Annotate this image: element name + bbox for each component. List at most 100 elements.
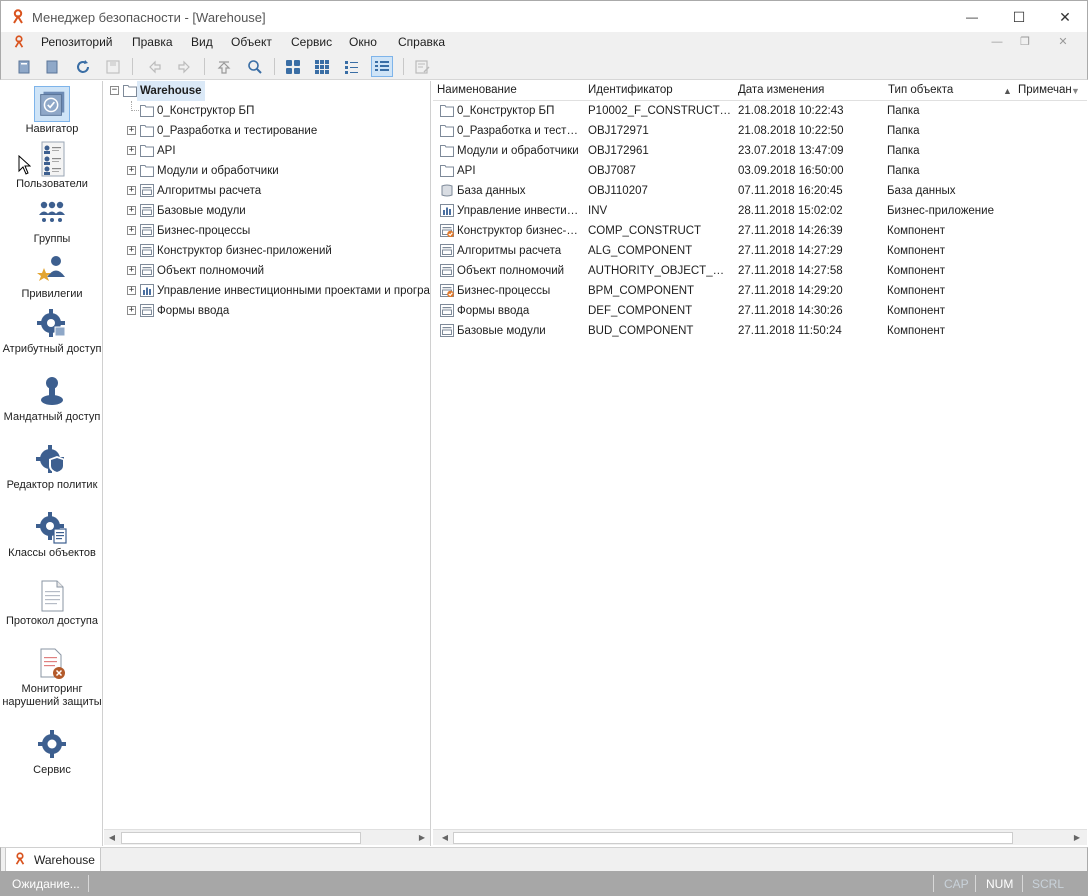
expand-toggle[interactable]: + [127,126,136,135]
mdi-close-button[interactable]: ✕ [1053,34,1073,50]
nav-service[interactable]: Сервис [1,727,103,777]
small-icons-view-button[interactable] [311,56,333,77]
window-titlebar: Менеджер безопасности - [Warehouse] — ☐ … [0,0,1088,32]
tree-node[interactable]: + Формы ввода [104,301,430,321]
properties-button[interactable] [411,56,433,77]
collapse-toggle[interactable]: − [110,86,119,95]
nav-mandatory-access[interactable]: Мандатный доступ [1,374,103,424]
tree-node[interactable]: + Управление инвестиционными проектами и … [104,281,430,301]
column-object-type[interactable]: Тип объекта [888,84,953,96]
copy-doc-button[interactable] [13,56,35,77]
list-row[interactable]: 0_Разработка и тестирование OBJ172971 21.0… [433,121,1087,141]
tree-node[interactable]: + Алгоритмы расчета [104,181,430,201]
menu-object[interactable]: Объект [231,35,272,49]
list-row[interactable]: Бизнес-процессы BPM_COMPONENT 27.11.2018 1… [433,281,1087,301]
expand-toggle[interactable]: + [127,286,136,295]
list-row[interactable]: API OBJ7087 03.09.2018 16:50:00 Папка [433,161,1087,181]
menu-service[interactable]: Сервис [291,35,332,49]
cell-id: OBJ172971 [588,125,649,137]
back-button[interactable] [144,56,166,77]
tree-node[interactable]: +0_Разработка и тестирование [104,121,430,141]
scroll-left-arrow-icon[interactable]: ◀ [104,830,120,846]
up-level-button[interactable] [213,56,235,77]
forward-button[interactable] [173,56,195,77]
tree-node[interactable]: + Объект полномочий [104,261,430,281]
expand-toggle[interactable]: + [127,206,136,215]
policy-editor-icon [36,445,65,474]
cell-type: Бизнес-приложение [887,205,994,217]
expand-toggle[interactable]: + [127,226,136,235]
list-horizontal-scrollbar[interactable]: ◀ ▶ [433,829,1087,845]
scroll-left-arrow-icon[interactable]: ◀ [437,830,453,846]
scroll-right-arrow-icon[interactable]: ▶ [1069,830,1085,846]
scroll-thumb[interactable] [121,832,361,844]
menu-repository[interactable]: Репозиторий [41,35,113,49]
nav-navigator[interactable]: Навигатор [1,86,103,136]
component-icon [140,184,154,197]
list-row[interactable]: 0_Конструктор БП P10002_F_CONSTRUCTOR_BP 2… [433,101,1087,121]
menu-view[interactable]: Вид [191,35,213,49]
column-note[interactable]: Примечан [1018,84,1072,96]
mdi-restore-button[interactable]: ❐ [1015,34,1035,50]
nav-attribute-access[interactable]: Атрибутный доступ [1,306,103,356]
nav-violation-monitoring[interactable]: Мониторинг нарушений защиты [1,646,103,709]
list-row[interactable]: База данных OBJ110207 07.11.2018 16:20:45 Б… [433,181,1087,201]
tree-node-label: Формы ввода [157,305,230,317]
list-row[interactable]: Объект полномочий AUTHORITY_OBJECT_COMPON… [433,261,1087,281]
tree-node-label: Бизнес-процессы [157,225,251,237]
column-identifier[interactable]: Идентификатор [588,84,673,96]
tree-node[interactable]: + Базовые модули [104,201,430,221]
list-row[interactable]: Управление инвестиционными проектами INV 2… [433,201,1087,221]
list-row[interactable]: Базовые модули BUD_COMPONENT 27.11.2018 11… [433,321,1087,341]
tree-root[interactable]: − Warehouse [104,81,430,101]
sort-ascending-icon[interactable]: ▲ [1003,86,1012,96]
tree-node[interactable]: + Конструктор бизнес-приложений [104,241,430,261]
large-icons-view-button[interactable] [282,56,304,77]
tree-horizontal-scrollbar[interactable]: ◀ ▶ [104,829,430,846]
list-row[interactable]: Алгоритмы расчета ALG_COMPONENT 27.11.2018… [433,241,1087,261]
nav-users[interactable]: Пользователи [1,141,103,191]
tree-node[interactable]: + Модули и обработчики [104,161,430,181]
tree-node[interactable]: + Бизнес-процессы [104,221,430,241]
refresh-button[interactable] [72,56,94,77]
forward-arrow-icon [178,60,190,73]
close-button[interactable]: ✕ [1042,1,1088,33]
mdi-minimize-button[interactable]: — [987,34,1007,50]
maximize-button[interactable]: ☐ [996,1,1042,33]
expand-toggle[interactable]: + [127,306,136,315]
maximize-icon: ☐ [1012,8,1026,25]
tree-node[interactable]: 0_Конструктор БП [104,101,430,121]
component-icon [440,264,454,277]
search-button[interactable] [244,56,266,77]
expand-toggle[interactable]: + [127,166,136,175]
column-modified-date[interactable]: Дата изменения [738,84,824,96]
expand-toggle[interactable]: + [127,146,136,155]
menu-help[interactable]: Справка [398,35,445,49]
minimize-button[interactable]: — [949,1,995,33]
nav-privileges[interactable]: Привилегии [1,251,103,301]
expand-toggle[interactable]: + [127,266,136,275]
expand-toggle[interactable]: + [127,246,136,255]
save-button[interactable] [102,56,124,77]
nav-object-classes[interactable]: Классы объектов [1,510,103,560]
list-view-button[interactable] [341,56,363,77]
tab-warehouse[interactable]: Warehouse [5,848,101,872]
scroll-thumb[interactable] [453,832,1013,844]
nav-groups[interactable]: Группы [1,196,103,246]
tree-node-label: 0_Разработка и тестирование [157,125,318,137]
list-row[interactable]: Формы ввода DEF_COMPONENT 27.11.2018 14:30… [433,301,1087,321]
menu-edit[interactable]: Правка [132,35,173,49]
menu-window[interactable]: Окно [349,35,377,49]
details-view-button[interactable] [371,56,393,77]
nav-policy-editor[interactable]: Редактор политик [1,442,103,492]
expand-toggle[interactable]: + [127,186,136,195]
page-button[interactable] [41,56,63,77]
scroll-right-arrow-icon[interactable]: ▶ [414,830,430,846]
column-name[interactable]: Наименование [437,84,517,96]
list-row[interactable]: Конструктор бизнес-приложений COMP_CONSTR… [433,221,1087,241]
tree-node[interactable]: + API [104,141,430,161]
cell-id: P10002_F_CONSTRUCTOR_BP [588,105,731,117]
list-row[interactable]: Модули и обработчики OBJ172961 23.07.2018 … [433,141,1087,161]
column-dropdown-icon[interactable]: ▼ [1071,86,1080,96]
nav-access-log[interactable]: Протокол доступа [1,578,103,628]
